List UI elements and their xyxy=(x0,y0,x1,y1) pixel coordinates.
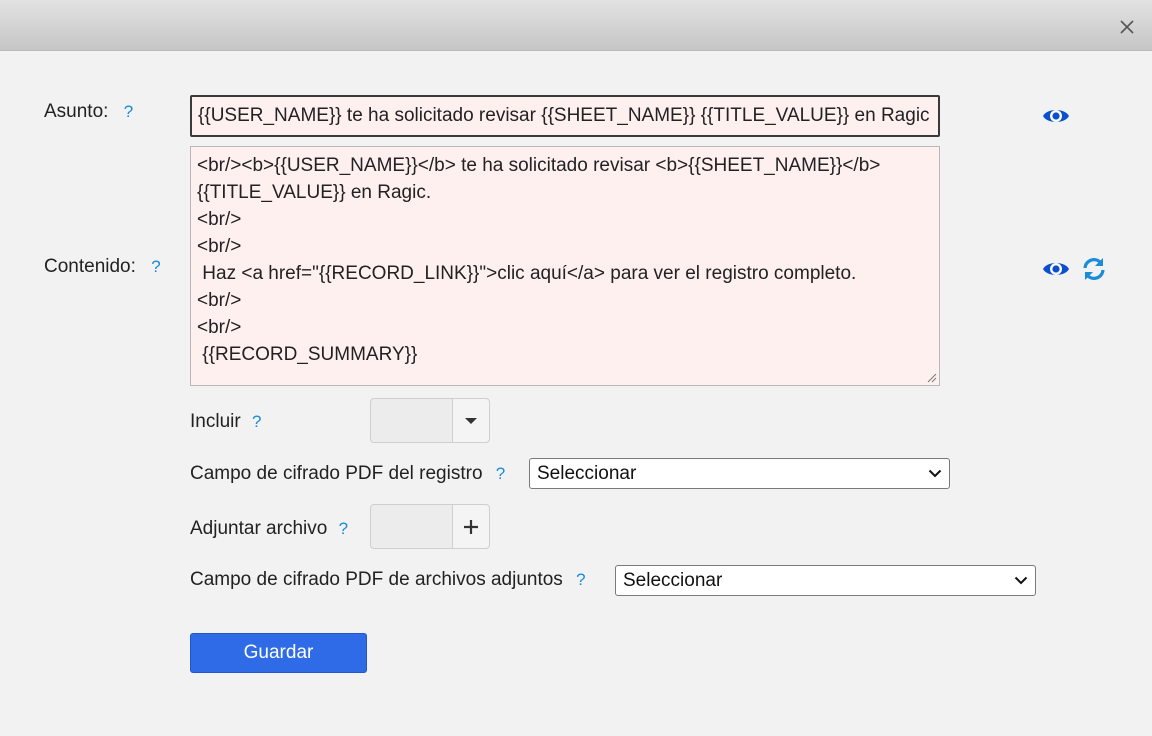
include-help-icon[interactable]: ? xyxy=(252,412,261,431)
chevron-down-icon xyxy=(1014,576,1028,585)
pdf-attach-select-value: Seleccionar xyxy=(623,569,723,591)
content-label: Contenido: xyxy=(44,256,136,277)
chevron-down-icon xyxy=(928,469,942,478)
pdf-record-select-value: Seleccionar xyxy=(537,462,637,484)
pdf-attach-label-row: Campo de cifrado PDF de archivos adjunto… xyxy=(190,569,586,591)
pdf-record-select[interactable]: Seleccionar xyxy=(529,458,950,489)
refresh-icon[interactable] xyxy=(1081,256,1107,282)
attach-file-widget[interactable] xyxy=(370,504,490,549)
subject-help-icon[interactable]: ? xyxy=(124,102,133,121)
preview-subject-eye-icon[interactable] xyxy=(1042,105,1070,127)
include-dropdown-field[interactable] xyxy=(371,399,453,442)
content-line: <br/> xyxy=(197,236,242,257)
content-line: {{RECORD_SUMMARY}} xyxy=(197,344,418,365)
pdf-attach-help-icon[interactable]: ? xyxy=(576,570,585,589)
content-line: Haz <a href="{{RECORD_LINK}}">clic aquí<… xyxy=(197,263,857,284)
close-icon[interactable] xyxy=(1118,18,1136,36)
dialog-titlebar xyxy=(0,0,1152,51)
content-line: <br/><b>{{USER_NAME}}</b> te ha solicita… xyxy=(197,155,881,176)
subject-label: Asunto: xyxy=(44,101,109,122)
content-line: <br/> xyxy=(197,209,242,230)
save-button[interactable]: Guardar xyxy=(190,633,367,673)
content-label-row: Contenido: ? xyxy=(44,256,161,278)
include-dropdown[interactable] xyxy=(370,398,490,443)
content-help-icon[interactable]: ? xyxy=(151,257,160,276)
subject-input[interactable] xyxy=(190,95,940,137)
attach-label: Adjuntar archivo xyxy=(190,518,328,539)
pdf-attach-select[interactable]: Seleccionar xyxy=(615,565,1036,596)
plus-icon xyxy=(464,519,478,534)
attach-label-row: Adjuntar archivo ? xyxy=(190,518,348,540)
content-textarea[interactable]: <br/><b>{{USER_NAME}}</b> te ha solicita… xyxy=(190,146,940,386)
caret-down-icon xyxy=(465,417,477,424)
subject-label-row: Asunto: ? xyxy=(44,101,133,123)
pdf-record-help-icon[interactable]: ? xyxy=(496,464,505,483)
attach-add-button[interactable] xyxy=(453,505,489,548)
content-line: <br/> xyxy=(197,317,242,338)
content-line: <br/> xyxy=(197,290,242,311)
include-dropdown-button[interactable] xyxy=(453,399,489,442)
content-line: {{TITLE_VALUE}} en Ragic. xyxy=(197,182,432,203)
resize-grip-icon[interactable] xyxy=(927,373,937,383)
pdf-record-label-row: Campo de cifrado PDF del registro ? xyxy=(190,463,505,485)
preview-content-eye-icon[interactable] xyxy=(1042,258,1070,280)
attach-help-icon[interactable]: ? xyxy=(339,519,348,538)
include-label-row: Incluir ? xyxy=(190,411,261,433)
pdf-attach-label: Campo de cifrado PDF de archivos adjunto… xyxy=(190,569,563,590)
pdf-record-label: Campo de cifrado PDF del registro xyxy=(190,463,483,484)
attach-file-field[interactable] xyxy=(371,505,453,548)
include-label: Incluir xyxy=(190,411,241,432)
